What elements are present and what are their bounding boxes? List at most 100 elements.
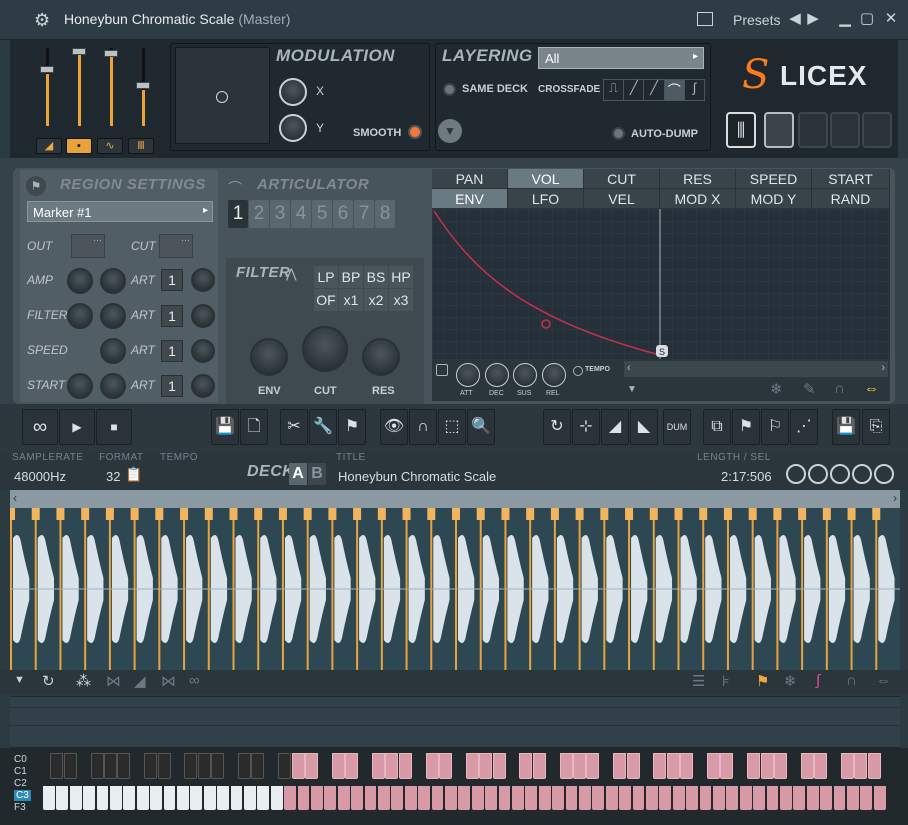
ramp-icon[interactable]: ◢ [134,672,146,690]
piano-white-key[interactable] [605,786,618,810]
piano-white-key[interactable] [820,786,833,810]
slice-handle[interactable] [798,508,807,520]
envelope-editor[interactable]: S [432,209,890,359]
start-knob-1[interactable] [67,373,93,399]
piano-white-key[interactable] [498,786,511,810]
deck-a-button[interactable]: A [289,463,307,485]
dump-icon[interactable]: DUM [663,409,691,445]
curve-pink-icon[interactable]: ∫ [816,672,820,689]
filter-of[interactable]: OF [314,289,338,311]
piano-white-key[interactable] [177,786,189,810]
snowflake-icon[interactable]: ❄ [770,380,783,398]
eye-icon[interactable]: 👁 [380,409,408,445]
piano-white-key[interactable] [860,786,873,810]
piano-white-key[interactable] [324,786,337,810]
piano-white-key[interactable] [579,786,591,810]
piano-black-key[interactable] [371,753,385,779]
piano-button[interactable]: Ⅲ [128,138,154,154]
filter-art-num[interactable]: 1 [161,305,183,327]
articulator-3[interactable]: 3 [270,200,290,228]
articulator-1[interactable]: 1 [228,200,248,228]
piano-black-key[interactable] [211,753,225,779]
piano-white-key[interactable] [150,786,163,810]
piano-black-key[interactable] [572,753,586,779]
filter-knob-1[interactable] [67,303,93,329]
articulator-7[interactable]: 7 [354,200,374,228]
tab-vel[interactable]: VEL [584,189,660,209]
scissors-icon[interactable]: ✂ [280,409,308,445]
crossfade-curve-icon[interactable]: ⌒ [664,80,685,100]
amp-knob-2[interactable] [100,268,126,294]
filter-x2[interactable]: x2 [364,289,388,311]
fader-1[interactable] [40,66,54,73]
piano-black-key[interactable] [479,753,493,779]
slice-handle[interactable] [575,508,584,520]
export-icon[interactable]: 💾 [832,409,860,445]
smooth-toggle[interactable] [408,125,422,139]
piano-black-key[interactable] [720,753,734,779]
slice-handle[interactable] [526,508,535,520]
next-preset-icon[interactable]: ▶ [804,10,822,28]
piano-white-key[interactable] [525,786,538,810]
piano-black-key[interactable] [747,753,761,779]
piano-white-key[interactable] [592,786,605,810]
tab-env[interactable]: ENV [432,189,508,209]
slice-handle[interactable] [204,508,213,520]
piano-black-key[interactable] [867,753,881,779]
crossfade-scurve-icon[interactable]: ∫ [685,80,704,100]
slice-handle[interactable] [130,508,139,520]
piano-black-key[interactable] [586,753,600,779]
slice-handle[interactable] [625,508,634,520]
piano-black-key[interactable] [425,753,439,779]
filter-art-knob[interactable] [191,304,215,328]
piano-white-key[interactable] [270,786,283,810]
bottom-menu-icon[interactable]: ▼ [14,674,25,686]
link-icon[interactable]: ∞ [189,672,200,689]
crossfade-linear2-icon[interactable]: ╱ [644,80,665,100]
rotate-icon[interactable]: ↻ [543,409,571,445]
slice-handle[interactable] [81,508,90,520]
mirror2-icon[interactable]: ⋈ [161,672,176,690]
piano-white-key[interactable] [56,786,69,810]
tab-speed[interactable]: SPEED [736,169,812,189]
env-scrollbar[interactable]: ‹ › [624,361,888,377]
piano-black-key[interactable] [465,753,479,779]
expand-button[interactable]: ▼ [438,119,462,143]
piano-black-key[interactable] [251,753,265,779]
amp-knob-1[interactable] [67,268,93,294]
slice-handle[interactable] [229,508,238,520]
mirror-icon[interactable]: ⋈ [106,672,121,690]
tab-mod-x[interactable]: MOD X [660,189,736,209]
amp-art-num[interactable]: 1 [161,269,183,291]
slice-handle[interactable] [105,508,114,520]
piano-black-key[interactable] [666,753,680,779]
filter-knob-2[interactable] [100,303,126,329]
piano-white-key[interactable] [110,786,122,810]
slice-handle[interactable] [649,508,658,520]
slice-handle[interactable] [723,508,732,520]
piano-white-key[interactable] [136,786,149,810]
piano-black-key[interactable] [840,753,854,779]
slice-handle[interactable] [427,508,436,520]
piano-black-key[interactable] [157,753,171,779]
piano-black-key[interactable] [559,753,573,779]
piano-white-key[interactable] [552,786,565,810]
stretch-icon[interactable]: ⇔ [864,380,879,397]
new-file-icon[interactable]: 🗋 [240,409,268,445]
rel-knob[interactable] [542,363,566,387]
fade-out-icon[interactable]: ◣ [630,409,658,445]
slice-handle[interactable] [550,508,559,520]
piano-black-key[interactable] [63,753,77,779]
triangle-button[interactable]: ◢ [36,138,62,154]
piano-white-key[interactable] [284,786,297,810]
slice-handle[interactable] [402,508,411,520]
loop-button[interactable]: ∞ [22,409,58,445]
articulator-2[interactable]: 2 [249,200,269,228]
slice-handle[interactable] [452,508,460,520]
wrench-icon[interactable]: 🔧 [309,409,337,445]
marker-select[interactable]: Marker #1 ▸ [27,201,213,222]
tab-mod-y[interactable]: MOD Y [736,189,812,209]
slice-icon[interactable]: ⧉ [703,409,731,445]
fade-in-icon[interactable]: ◢ [601,409,629,445]
refresh-icon[interactable]: ↻ [42,672,55,690]
